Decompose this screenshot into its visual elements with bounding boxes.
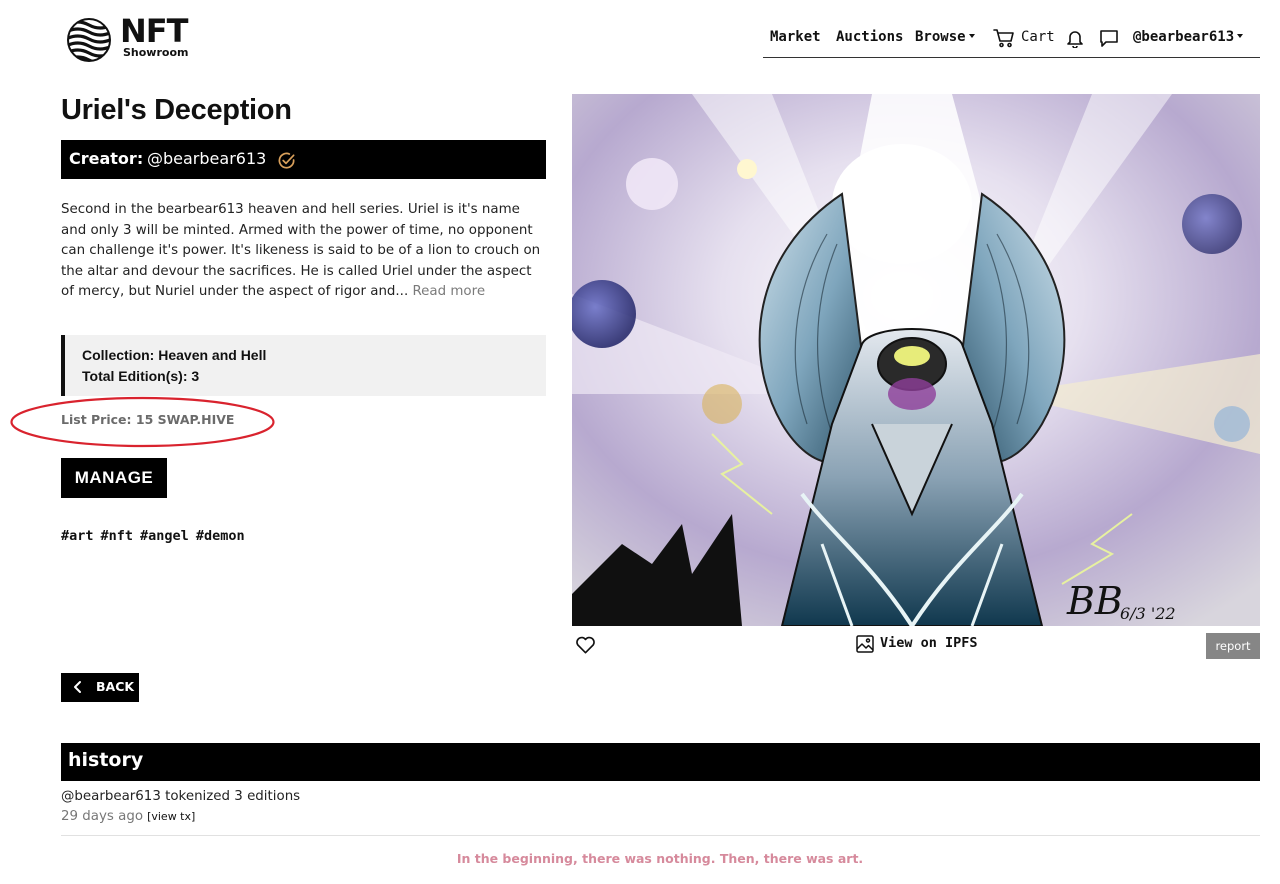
manage-button[interactable]: MANAGE bbox=[61, 458, 167, 498]
tag-angel[interactable]: #angel bbox=[140, 528, 189, 544]
tag-list: #art #nft #angel #demon bbox=[61, 528, 252, 544]
tag-art[interactable]: #art bbox=[61, 528, 94, 544]
logo-wordmark: NFT bbox=[120, 12, 188, 50]
cart-icon bbox=[993, 29, 1014, 48]
total-editions: Total Edition(s): 3 bbox=[82, 368, 200, 384]
top-navigation: Market Auctions Browse Cart @bearbear613 bbox=[763, 26, 1260, 58]
chevron-down-icon bbox=[1237, 33, 1244, 38]
wave-globe-icon bbox=[67, 18, 111, 62]
back-label: BACK bbox=[96, 679, 135, 694]
artwork-date: 6/3 '22 bbox=[1120, 604, 1176, 623]
view-tx-link[interactable]: [view tx] bbox=[147, 810, 195, 823]
tag-nft[interactable]: #nft bbox=[101, 528, 134, 544]
nft-title: Uriel's Deception bbox=[61, 94, 292, 126]
logo-subtitle: Showroom bbox=[123, 46, 189, 59]
divider bbox=[61, 835, 1260, 836]
nft-description: Second in the bearbear613 heaven and hel… bbox=[61, 200, 546, 303]
chevron-left-icon bbox=[74, 681, 81, 693]
verified-check-icon bbox=[278, 152, 295, 169]
nav-browse[interactable]: Browse bbox=[915, 29, 975, 45]
history-timestamp: 29 days ago [view tx] bbox=[61, 809, 195, 824]
creator-label: Creator: bbox=[69, 149, 144, 168]
collection-name: Collection: Heaven and Hell bbox=[82, 347, 267, 363]
artwork-image: BB 6/3 '22 bbox=[572, 94, 1260, 626]
chevron-down-icon bbox=[968, 33, 975, 38]
nav-market[interactable]: Market bbox=[770, 29, 821, 45]
tag-demon[interactable]: #demon bbox=[196, 528, 245, 544]
history-header: history bbox=[61, 743, 1260, 781]
collection-info: Collection: Heaven and Hell Total Editio… bbox=[61, 335, 546, 396]
highlight-circle-annotation bbox=[10, 396, 275, 448]
back-button[interactable]: BACK bbox=[61, 673, 139, 702]
nav-browse-label: Browse bbox=[915, 29, 966, 45]
creator-bar: Creator: @bearbear613 bbox=[61, 140, 546, 179]
image-icon bbox=[856, 635, 874, 653]
nav-user-menu[interactable]: @bearbear613 bbox=[1133, 29, 1244, 45]
nft-artwork[interactable]: BB 6/3 '22 bbox=[572, 94, 1260, 626]
nav-auctions[interactable]: Auctions bbox=[836, 29, 903, 45]
history-title: history bbox=[68, 749, 144, 771]
history-time-text: 29 days ago bbox=[61, 809, 144, 824]
read-more-link[interactable]: Read more bbox=[412, 284, 485, 299]
footer-tagline: In the beginning, there was nothing. The… bbox=[456, 851, 864, 866]
nav-cart-label: Cart bbox=[1021, 29, 1055, 45]
view-on-ipfs-label: View on IPFS bbox=[880, 635, 978, 651]
report-button[interactable]: report bbox=[1206, 633, 1260, 659]
nav-cart[interactable]: Cart bbox=[993, 29, 1055, 48]
history-event: @bearbear613 tokenized 3 editions bbox=[61, 789, 301, 804]
creator-link[interactable]: @bearbear613 bbox=[147, 149, 266, 168]
nav-user-label: @bearbear613 bbox=[1133, 29, 1235, 45]
chat-icon[interactable] bbox=[1099, 28, 1119, 48]
heart-icon[interactable] bbox=[575, 635, 596, 655]
artwork-signature: BB bbox=[1066, 579, 1123, 623]
bell-icon[interactable] bbox=[1065, 28, 1085, 48]
site-logo[interactable]: NFT Showroom bbox=[66, 12, 196, 64]
